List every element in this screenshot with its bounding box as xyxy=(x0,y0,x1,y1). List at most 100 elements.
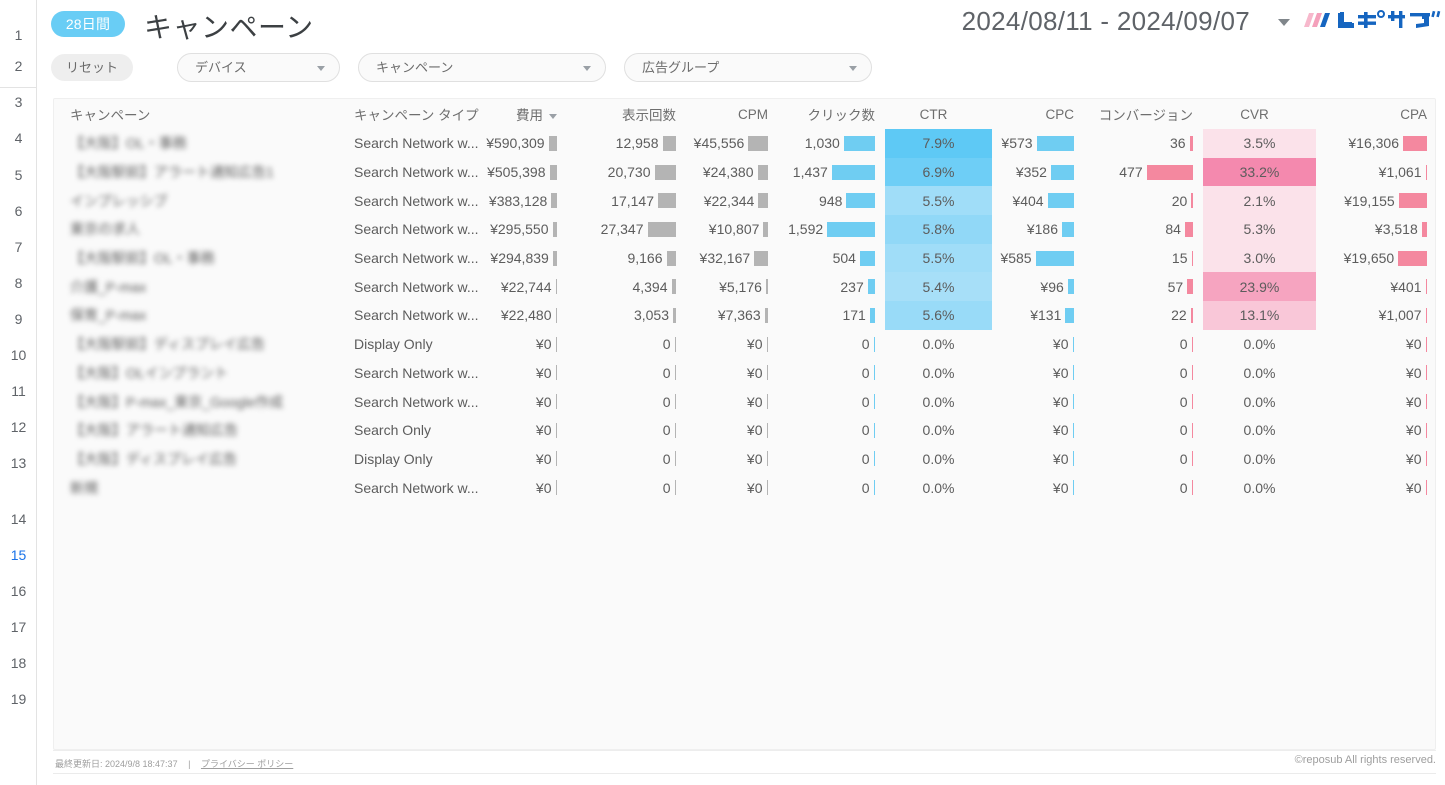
table-row[interactable]: 【大阪】アラート通知広告Search Only¥00¥000.0%¥000.0%… xyxy=(54,416,1436,445)
page-number-8[interactable]: 8 xyxy=(0,273,37,293)
metric-value: 1,437 xyxy=(793,164,828,180)
date-range-label[interactable]: 2024/08/11 - 2024/09/07 xyxy=(962,6,1250,37)
chevron-down-icon[interactable] xyxy=(1278,19,1290,26)
column-header-conv[interactable]: コンバージョン xyxy=(1084,99,1203,129)
page-number-1[interactable]: 1 xyxy=(0,25,37,45)
cell-campaign-name[interactable]: 【大阪駅前】ディスプレイ広告 xyxy=(54,330,338,359)
page-number-7[interactable]: 7 xyxy=(0,237,37,257)
page-number-6[interactable]: 6 xyxy=(0,201,37,221)
column-header-cvr[interactable]: CVR xyxy=(1203,99,1316,129)
table-row[interactable]: 新規Search Network w...¥00¥000.0%¥000.0%¥0 xyxy=(54,473,1436,502)
cell-cpc: ¥0 xyxy=(992,387,1084,416)
table-row[interactable]: 介護_P-maxSearch Network w...¥22,7444,394¥… xyxy=(54,272,1436,301)
metric-bar xyxy=(1190,136,1193,151)
cell-campaign-name[interactable]: 【大阪】ディスプレイ広告 xyxy=(54,445,338,474)
page-number-11[interactable]: 11 xyxy=(0,381,37,401)
column-header-clicks[interactable]: クリック数 xyxy=(778,99,885,129)
cell-conv: 57 xyxy=(1084,272,1203,301)
cell-campaign-name[interactable]: 【大阪駅前】アラート通知広告1 xyxy=(54,158,338,187)
metric-value: ¥0 xyxy=(747,365,763,381)
page-number-14[interactable]: 14 xyxy=(0,509,37,529)
metric-bar xyxy=(1187,279,1193,294)
table-row[interactable]: 【大阪駅前】アラート通知広告1Search Network w...¥505,3… xyxy=(54,158,1436,187)
metric-value: 0.0% xyxy=(1244,365,1276,381)
metric-value: 4,394 xyxy=(632,279,667,295)
cell-campaign-name[interactable]: 【大阪】OLインプラント xyxy=(54,359,338,388)
column-header-impr[interactable]: 表示回数 xyxy=(567,99,686,129)
page-number-10[interactable]: 10 xyxy=(0,345,37,365)
cell-campaign-name[interactable]: 【大阪】OL・事務 xyxy=(54,129,338,158)
table-body: 【大阪】OL・事務Search Network w...¥590,30912,9… xyxy=(54,129,1436,502)
campaign-table-panel[interactable]: キャンペーンキャンペーン タイプ費用表示回数 CPM クリック数CTRCPCコンバー… xyxy=(53,98,1436,750)
table-row[interactable]: 【大阪】OLインプラントSearch Network w...¥00¥000.0… xyxy=(54,359,1436,388)
metric-value: ¥590,309 xyxy=(486,135,544,151)
page-number-3[interactable]: 3 xyxy=(0,92,37,112)
metric-bar xyxy=(1426,451,1428,466)
metric-bar xyxy=(767,451,769,466)
cell-campaign-name[interactable]: 【大阪】P-max_東京_Google作成 xyxy=(54,387,338,416)
page-number-16[interactable]: 16 xyxy=(0,581,37,601)
sort-desc-icon[interactable] xyxy=(549,114,557,119)
privacy-policy-link[interactable]: プライバシー ポリシー xyxy=(201,759,293,769)
column-header-type[interactable]: キャンペーン タイプ xyxy=(338,99,483,129)
metric-value: ¥0 xyxy=(536,394,552,410)
page-number-18[interactable]: 18 xyxy=(0,653,37,673)
campaign-filter-select[interactable]: キャンペーン xyxy=(358,53,606,82)
metric-bar xyxy=(767,480,769,495)
column-header-campaign[interactable]: キャンペーン xyxy=(54,99,338,129)
table-row[interactable]: 東京の求人Search Network w...¥295,55027,347¥1… xyxy=(54,215,1436,244)
table-row[interactable]: 【大阪】ディスプレイ広告Display Only¥00¥000.0%¥000.0… xyxy=(54,445,1436,474)
table-row[interactable]: インプレッシブSearch Network w...¥383,12817,147… xyxy=(54,186,1436,215)
cell-cpa: ¥16,306 xyxy=(1316,129,1436,158)
metric-value: 0 xyxy=(862,336,870,352)
period-badge[interactable]: 28日間 xyxy=(51,11,125,37)
page-number-17[interactable]: 17 xyxy=(0,617,37,637)
page-number-5[interactable]: 5 xyxy=(0,165,37,185)
table-row[interactable]: 【大阪】OL・事務Search Network w...¥590,30912,9… xyxy=(54,129,1436,158)
metric-bar xyxy=(767,394,769,409)
adgroup-filter-select[interactable]: 広告グループ xyxy=(624,53,872,82)
page-number-gutter[interactable]: 12345678910111213141516171819 xyxy=(0,0,37,785)
cell-campaign-type: Search Network w... xyxy=(338,473,483,502)
metric-bar xyxy=(1073,394,1075,409)
metric-value: ¥401 xyxy=(1390,279,1421,295)
table-row[interactable]: 【大阪駅前】ディスプレイ広告Display Only¥00¥000.0%¥000… xyxy=(54,330,1436,359)
device-filter-select[interactable]: デバイス xyxy=(177,53,340,82)
reset-button[interactable]: リセット xyxy=(51,54,133,81)
column-header-ctr[interactable]: CTR xyxy=(885,99,992,129)
cell-campaign-name[interactable]: 保育_P-max xyxy=(54,301,338,330)
table-row[interactable]: 【大阪駅前】OL・事務Search Network w...¥294,8399,… xyxy=(54,244,1436,273)
cell-campaign-name[interactable]: インプレッシブ xyxy=(54,186,338,215)
column-header-cpm[interactable]: CPM xyxy=(686,99,778,129)
cell-conv: 477 xyxy=(1084,158,1203,187)
table-row[interactable]: 【大阪】P-max_東京_Google作成Search Network w...… xyxy=(54,387,1436,416)
column-header-cpa[interactable]: CPA xyxy=(1316,99,1436,129)
metric-bar xyxy=(675,480,677,495)
cell-campaign-name[interactable]: 【大阪】アラート通知広告 xyxy=(54,416,338,445)
page-number-2[interactable]: 2 xyxy=(0,56,37,76)
metric-bar xyxy=(673,308,676,323)
cell-campaign-name[interactable]: 介護_P-max xyxy=(54,272,338,301)
page-number-19[interactable]: 19 xyxy=(0,689,37,709)
metric-value: 17,147 xyxy=(611,193,654,209)
metric-value: ¥0 xyxy=(1053,451,1069,467)
page-number-13[interactable]: 13 xyxy=(0,453,37,473)
cell-conv: 0 xyxy=(1084,416,1203,445)
cell-cvr: 0.0% xyxy=(1203,359,1316,388)
metric-value: 5.4% xyxy=(923,279,955,295)
metric-bar xyxy=(675,337,677,352)
table-row[interactable]: 保育_P-maxSearch Network w...¥22,4803,053¥… xyxy=(54,301,1436,330)
cell-campaign-name[interactable]: 東京の求人 xyxy=(54,215,338,244)
cell-campaign-name[interactable]: 新規 xyxy=(54,473,338,502)
metric-value: ¥0 xyxy=(536,451,552,467)
metric-value: ¥45,556 xyxy=(694,135,745,151)
column-header-cost[interactable]: 費用 xyxy=(483,99,567,129)
page-number-9[interactable]: 9 xyxy=(0,309,37,329)
page-number-4[interactable]: 4 xyxy=(0,128,37,148)
metric-bar xyxy=(748,136,768,151)
column-header-cpc[interactable]: CPC xyxy=(992,99,1084,129)
page-number-15[interactable]: 15 xyxy=(0,545,37,565)
cell-campaign-name[interactable]: 【大阪駅前】OL・事務 xyxy=(54,244,338,273)
column-header-label: CPM xyxy=(738,107,768,122)
page-number-12[interactable]: 12 xyxy=(0,417,37,437)
